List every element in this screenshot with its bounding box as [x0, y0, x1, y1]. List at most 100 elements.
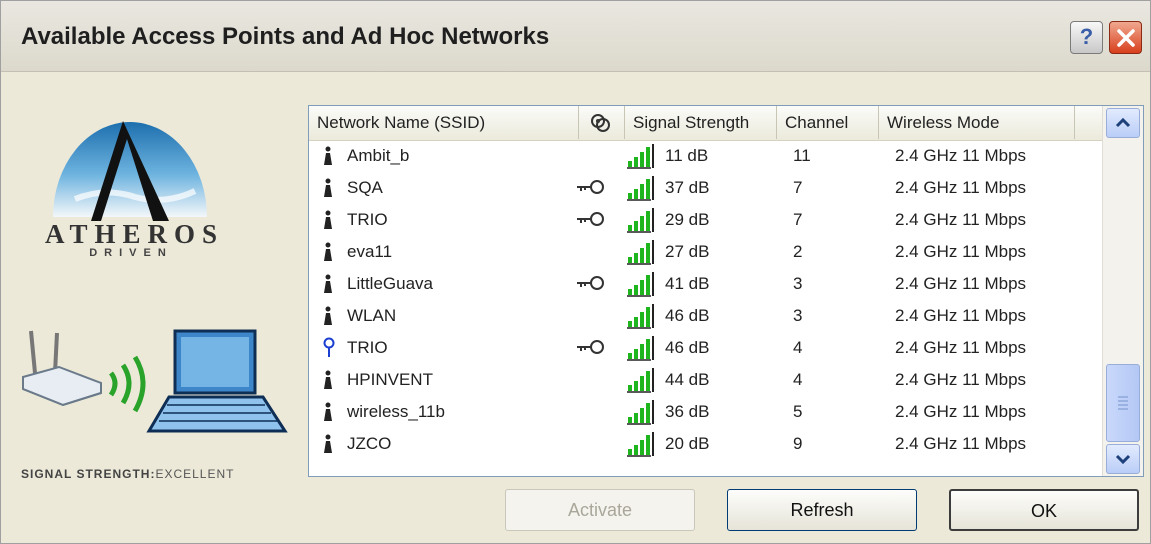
key-icon: [575, 207, 607, 236]
signal-bars-icon: [625, 334, 659, 367]
ok-button[interactable]: OK: [949, 489, 1139, 531]
signal-value: 37 dB: [665, 178, 710, 197]
signal-bars-icon: [625, 238, 659, 271]
access-point-icon: [321, 177, 335, 204]
access-point-icon: [321, 145, 335, 172]
scroll-up-button[interactable]: [1106, 108, 1140, 138]
signal-bars-icon: [625, 270, 659, 303]
key-icon: [575, 175, 607, 204]
network-row[interactable]: TRIO 29 dB 7 2.4 GHz 11 Mbps: [309, 204, 1102, 236]
wireless-mode-value: 2.4 GHz 11 Mbps: [895, 146, 1027, 165]
wireless-mode-value: 2.4 GHz 11 Mbps: [895, 434, 1027, 453]
network-row[interactable]: HPINVENT 44 dB 4 2.4 GHz 11 Mbps: [309, 364, 1102, 396]
security-column-icon: [591, 114, 610, 132]
channel-value: 11: [793, 146, 811, 165]
dialog-window: Available Access Points and Ad Hoc Netwo…: [0, 0, 1151, 544]
column-header-channel[interactable]: Channel: [777, 106, 879, 139]
channel-value: 3: [793, 274, 803, 293]
network-ssid: TRIO: [347, 338, 388, 357]
ad-hoc-network-icon: [321, 337, 337, 364]
access-point-icon: [321, 305, 335, 332]
grip-icon: [1118, 396, 1128, 410]
signal-value: 46 dB: [665, 306, 710, 325]
wireless-mode-value: 2.4 GHz 11 Mbps: [895, 306, 1027, 325]
network-ssid: wireless_11b: [347, 402, 445, 421]
wireless-mode-value: 2.4 GHz 11 Mbps: [895, 402, 1027, 421]
network-row[interactable]: LittleGuava 41 dB 3 2.4 GHz 11 Mbps: [309, 268, 1102, 300]
network-ssid: Ambit_b: [347, 146, 410, 165]
signal-bars-icon: [625, 174, 659, 207]
column-header-filler: [1075, 106, 1102, 139]
network-row[interactable]: SQA 37 dB 7 2.4 GHz 11 Mbps: [309, 172, 1102, 204]
signal-value: 20 dB: [665, 434, 710, 453]
help-button[interactable]: ?: [1070, 21, 1103, 54]
access-point-icon: [321, 401, 335, 428]
column-header-signal[interactable]: Signal Strength: [625, 106, 777, 139]
atheros-logo-icon: [53, 121, 207, 221]
signal-value: 27 dB: [665, 242, 710, 261]
signal-bars-icon: [625, 398, 659, 431]
network-ssid: eva11: [347, 242, 393, 261]
key-icon: [575, 335, 607, 364]
channel-value: 2: [793, 242, 803, 261]
wireless-mode-value: 2.4 GHz 11 Mbps: [895, 370, 1027, 389]
signal-strength-value: EXCELLENT: [155, 467, 235, 481]
title-bar[interactable]: Available Access Points and Ad Hoc Netwo…: [1, 1, 1150, 72]
network-ssid: SQA: [347, 178, 383, 197]
signal-bars-icon: [625, 142, 659, 175]
signal-value: 36 dB: [665, 402, 710, 421]
signal-bars-icon: [625, 366, 659, 399]
network-ssid: LittleGuava: [347, 274, 433, 293]
signal-value: 11 dB: [665, 146, 709, 165]
network-row[interactable]: wireless_11b 36 dB 5 2.4 GHz 11 Mbps: [309, 396, 1102, 428]
vertical-scrollbar[interactable]: [1102, 106, 1143, 476]
access-point-icon: [321, 241, 335, 268]
network-list[interactable]: Network Name (SSID) Signal Strength Chan…: [308, 105, 1144, 477]
network-ssid: HPINVENT: [347, 370, 433, 389]
refresh-button[interactable]: Refresh: [727, 489, 917, 531]
list-header: Network Name (SSID) Signal Strength Chan…: [309, 106, 1102, 141]
network-row[interactable]: WLAN 46 dB 3 2.4 GHz 11 Mbps: [309, 300, 1102, 332]
column-header-ssid[interactable]: Network Name (SSID): [309, 106, 579, 139]
signal-value: 44 dB: [665, 370, 710, 389]
channel-value: 4: [793, 370, 803, 389]
brand-logo: ATHEROS DRIVEN: [45, 219, 217, 259]
channel-value: 7: [793, 178, 803, 197]
chevron-up-icon: [1115, 117, 1131, 128]
network-ssid: JZCO: [347, 434, 392, 453]
signal-value: 41 dB: [665, 274, 710, 293]
wireless-laptop-illustration-icon: [22, 329, 288, 433]
network-row[interactable]: Ambit_b 11 dB 11 2.4 GHz 11 Mbps: [309, 140, 1102, 172]
close-button[interactable]: [1109, 21, 1142, 54]
access-point-icon: [321, 433, 335, 460]
access-point-icon: [321, 273, 335, 300]
network-row[interactable]: TRIO 46 dB 4 2.4 GHz 11 Mbps: [309, 332, 1102, 364]
signal-strength-label: SIGNAL STRENGTH:: [21, 467, 156, 481]
wireless-mode-value: 2.4 GHz 11 Mbps: [895, 338, 1027, 357]
window-title: Available Access Points and Ad Hoc Netwo…: [21, 23, 550, 50]
column-header-mode[interactable]: Wireless Mode: [879, 106, 1075, 139]
access-point-icon: [321, 209, 335, 236]
signal-bars-icon: [625, 302, 659, 335]
channel-value: 5: [793, 402, 803, 421]
column-header-security[interactable]: [579, 106, 625, 139]
wireless-mode-value: 2.4 GHz 11 Mbps: [895, 242, 1027, 261]
signal-value: 29 dB: [665, 210, 710, 229]
wireless-mode-value: 2.4 GHz 11 Mbps: [895, 178, 1027, 197]
wireless-mode-value: 2.4 GHz 11 Mbps: [895, 274, 1027, 293]
activate-button[interactable]: Activate: [505, 489, 695, 531]
network-row[interactable]: JZCO 20 dB 9 2.4 GHz 11 Mbps: [309, 428, 1102, 460]
channel-value: 3: [793, 306, 803, 325]
close-icon: [1117, 29, 1135, 47]
scroll-thumb[interactable]: [1106, 364, 1140, 442]
signal-strength-status: SIGNAL STRENGTH:EXCELLENT: [21, 467, 234, 481]
signal-bars-icon: [625, 430, 659, 463]
channel-value: 7: [793, 210, 803, 229]
channel-value: 4: [793, 338, 803, 357]
network-ssid: WLAN: [347, 306, 397, 325]
brand-name: ATHEROS: [45, 219, 225, 249]
signal-value: 46 dB: [665, 338, 710, 357]
network-row[interactable]: eva11 27 dB 2 2.4 GHz 11 Mbps: [309, 236, 1102, 268]
scroll-down-button[interactable]: [1106, 444, 1140, 474]
network-ssid: TRIO: [347, 210, 388, 229]
